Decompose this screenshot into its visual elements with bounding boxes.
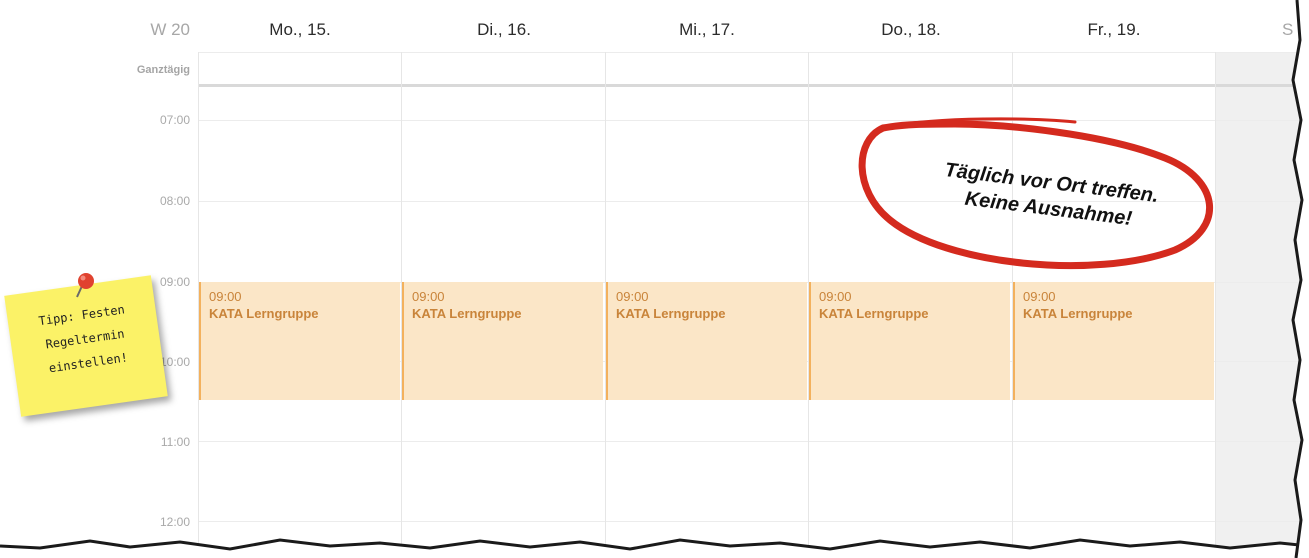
hour-label: 12:00 [159, 515, 190, 529]
event-title: KATA Lerngruppe [1023, 306, 1133, 321]
hour-label: 11:00 [160, 435, 190, 449]
event-title: KATA Lerngruppe [209, 306, 319, 321]
event-time: 09:00 [209, 289, 242, 304]
day-header-tue[interactable]: Di., 16. [404, 20, 604, 40]
calendar-week-view: W 20 Mo., 15. Di., 16. Mi., 17. Do., 18.… [0, 0, 1309, 558]
event-time: 09:00 [412, 289, 445, 304]
day-header-mon[interactable]: Mo., 15. [200, 20, 400, 40]
event-title: KATA Lerngruppe [616, 306, 726, 321]
event-time: 09:00 [819, 289, 852, 304]
hour-line [198, 441, 1309, 442]
event-thu[interactable]: 09:00 KATA Lerngruppe [809, 282, 1010, 400]
hour-label: 07:00 [159, 113, 190, 127]
header-divider [198, 52, 1309, 53]
event-tue[interactable]: 09:00 KATA Lerngruppe [402, 282, 603, 400]
day-header-wed[interactable]: Mi., 17. [607, 20, 807, 40]
event-fri[interactable]: 09:00 KATA Lerngruppe [1013, 282, 1214, 400]
sticky-note-text: Tipp: Festen Regeltermin einstellen! [37, 302, 129, 376]
day-header-sat[interactable]: S [1282, 20, 1309, 40]
event-title: KATA Lerngruppe [412, 306, 522, 321]
event-wed[interactable]: 09:00 KATA Lerngruppe [606, 282, 807, 400]
hour-line [198, 521, 1309, 522]
event-time: 09:00 [616, 289, 649, 304]
allday-divider [198, 84, 1309, 87]
pushpin-icon [76, 273, 94, 298]
hour-label: 08:00 [159, 194, 190, 208]
allday-label: Ganztägig [136, 64, 190, 76]
week-number: W 20 [150, 20, 190, 39]
event-mon[interactable]: 09:00 KATA Lerngruppe [199, 282, 400, 400]
weekend-column [1215, 52, 1309, 558]
event-time: 09:00 [1023, 289, 1056, 304]
event-title: KATA Lerngruppe [819, 306, 929, 321]
day-header-fri[interactable]: Fr., 19. [1014, 20, 1214, 40]
day-header-thu[interactable]: Do., 18. [811, 20, 1011, 40]
